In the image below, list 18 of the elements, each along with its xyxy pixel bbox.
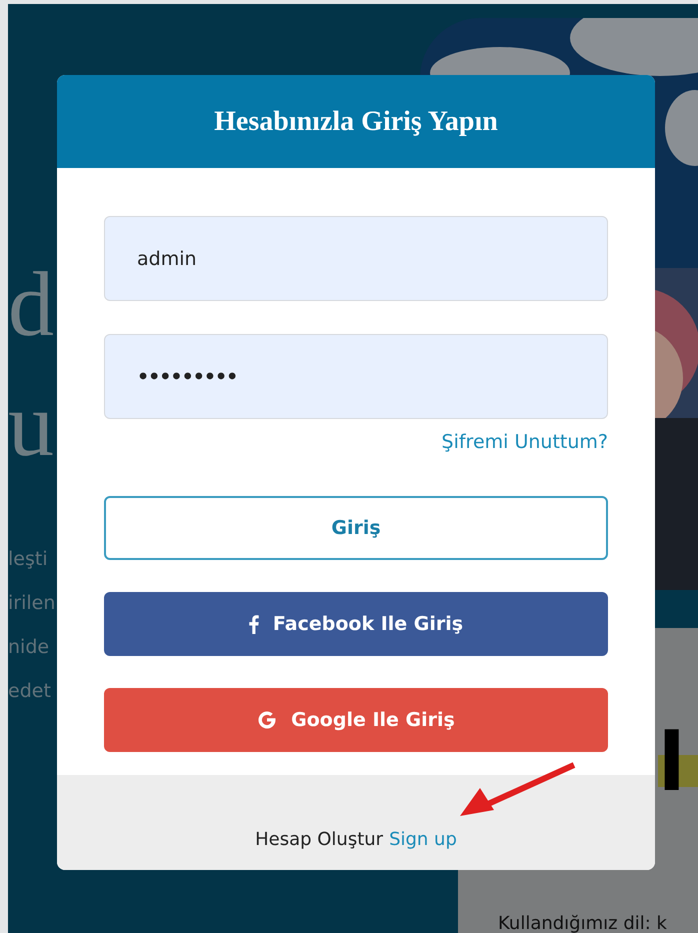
sign-up-link[interactable]: Sign up — [389, 829, 457, 850]
heading-fragment: u — [8, 372, 55, 477]
facebook-icon — [248, 614, 259, 634]
google-icon — [257, 710, 278, 730]
google-login-button[interactable]: Google Ile Giriş — [104, 688, 608, 752]
footer-text: Hesap Oluştur — [255, 829, 384, 850]
facebook-login-button[interactable]: Facebook Ile Giriş — [104, 592, 608, 656]
text-fragment: nide — [8, 635, 50, 660]
username-field[interactable]: admin — [104, 216, 608, 301]
text-fragment: irilen — [8, 591, 56, 616]
text-fragment: edet — [8, 679, 52, 704]
text-fragment: leşti — [8, 547, 49, 572]
heading-fragment: d — [8, 252, 55, 357]
card-text: Kullandığımız dil: k — [498, 913, 668, 933]
login-button[interactable]: Giriş — [104, 496, 608, 560]
password-field[interactable]: ••••••••• — [104, 334, 608, 419]
dialog-title: Hesabınızla Giriş Yapın — [214, 106, 498, 138]
forgot-password-link[interactable]: Şifremi Unuttum? — [442, 431, 608, 453]
